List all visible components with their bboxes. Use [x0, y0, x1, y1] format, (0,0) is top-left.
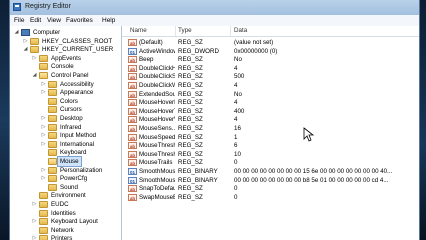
column-divider[interactable] [230, 26, 231, 36]
column-divider[interactable] [175, 26, 176, 36]
tree-expander-icon[interactable] [41, 150, 46, 155]
folder-icon [48, 106, 57, 114]
folder-icon [48, 80, 57, 88]
tree-expander-icon[interactable]: ▷ [41, 167, 46, 173]
folder-icon [39, 54, 48, 62]
string-value-icon: ab [128, 125, 137, 132]
string-value-icon: ab [128, 99, 137, 107]
menu-view[interactable]: View [47, 17, 61, 24]
folder-icon [39, 192, 48, 200]
title-bar[interactable]: Registry Editor [10, 0, 419, 16]
tree-item-label: Printers [51, 235, 73, 240]
tree-expander-icon[interactable]: ▷ [32, 55, 37, 61]
string-value-icon: ab [128, 185, 137, 193]
tree-expander-icon[interactable] [32, 193, 37, 198]
registry-editor-window: Registry Editor File Edit View Favorites… [9, 0, 420, 240]
string-value-icon: ab [128, 82, 137, 89]
values-list[interactable]: Name Type Data ab (Default) REG_SZ (value n… [122, 26, 419, 240]
menu-help[interactable]: Help [102, 17, 115, 24]
tree-expander-icon[interactable] [41, 99, 46, 104]
tree-expander-icon[interactable]: ▷ [32, 236, 37, 240]
window-title: Registry Editor [25, 3, 71, 10]
tree-expander-icon[interactable]: ▷ [41, 176, 46, 181]
folder-icon [48, 132, 57, 140]
string-value-icon: ab [128, 150, 137, 158]
folder-open-icon [39, 72, 48, 79]
tree-expander-icon[interactable]: ▷ [23, 38, 28, 44]
tree-expander-icon[interactable] [32, 211, 37, 216]
folder-icon [39, 235, 48, 240]
folder-icon [30, 46, 39, 54]
string-value-icon: ab [128, 107, 137, 115]
value-type: REG_SZ [178, 193, 203, 201]
tree-expander-icon[interactable]: ▷ [32, 202, 37, 207]
tree-expander-icon[interactable]: ▷ [41, 81, 46, 87]
registry-icon [13, 3, 21, 11]
tree-expander-icon[interactable]: ▷ [41, 141, 46, 147]
string-value-icon: ab [128, 116, 137, 124]
folder-icon [48, 97, 57, 105]
tree-expander-icon[interactable]: ▷ [32, 219, 37, 224]
string-value-icon: ab [128, 159, 137, 167]
folder-open-icon [48, 158, 57, 165]
column-header-type[interactable]: Type [178, 27, 192, 34]
binary-value-icon: 01 [128, 176, 137, 184]
folder-icon [48, 123, 57, 131]
tree-expander-icon[interactable]: ▷ [41, 124, 46, 130]
tree-expander-icon[interactable]: ◢ [23, 47, 28, 52]
value-data: 0 [234, 193, 238, 201]
value-name: SwapMouseButt... [139, 193, 175, 201]
tree-expander-icon[interactable] [32, 64, 37, 69]
folder-icon [39, 201, 48, 208]
string-value-icon: ab [128, 90, 137, 98]
binary-value-icon: 01 [128, 168, 137, 175]
list-header: Name Type Data [122, 26, 419, 37]
tree-expander-icon[interactable]: ▷ [41, 116, 46, 121]
folder-icon [30, 37, 39, 45]
string-value-icon: ab [128, 64, 137, 72]
tree-item[interactable]: ▷ Printers [10, 234, 121, 240]
tree-expander-icon[interactable]: ▷ [41, 90, 46, 95]
binary-value-icon: 01 [128, 47, 137, 55]
registry-key-tree[interactable]: ◢ Computer ▷ HKEY_CLASSES_ROOT ◢ HKEY_CURRENT… [10, 26, 122, 240]
folder-icon [48, 175, 57, 183]
folder-icon [48, 115, 57, 122]
menu-file[interactable]: File [14, 17, 24, 24]
desktop-background-left [0, 0, 9, 240]
folder-icon [48, 166, 57, 174]
string-value-icon: ab [128, 133, 137, 141]
string-value-icon: ab [128, 39, 137, 46]
string-value-icon: ab [128, 193, 137, 201]
tree-expander-icon[interactable] [41, 107, 46, 112]
folder-icon [48, 89, 57, 97]
folder-icon [48, 183, 57, 191]
tree-expander-icon[interactable] [32, 228, 37, 233]
folder-icon [39, 209, 48, 217]
string-value-icon: ab [128, 73, 137, 81]
folder-icon [48, 140, 57, 148]
string-value-icon: ab [128, 56, 137, 64]
tree-expander-icon[interactable]: ▷ [41, 133, 46, 138]
menu-edit[interactable]: Edit [30, 17, 41, 24]
folder-icon [39, 63, 48, 71]
folder-icon [39, 226, 48, 234]
mouse-pointer-icon [303, 127, 315, 142]
tree-expander-icon[interactable] [41, 185, 46, 190]
menu-favorites[interactable]: Favorites [66, 17, 93, 24]
folder-icon [39, 218, 48, 226]
tree-expander-icon[interactable]: ◢ [14, 30, 19, 35]
string-value-icon: ab [128, 142, 137, 150]
column-header-data[interactable]: Data [234, 27, 247, 34]
registry-value-row[interactable]: abSwapMouseButt...REG_SZ 0 [122, 193, 419, 202]
computer-icon [21, 29, 30, 36]
tree-expander-icon[interactable]: ◢ [32, 73, 37, 78]
folder-icon [48, 149, 57, 157]
column-header-name[interactable]: Name [130, 27, 147, 34]
tree-expander-icon[interactable] [41, 159, 46, 164]
